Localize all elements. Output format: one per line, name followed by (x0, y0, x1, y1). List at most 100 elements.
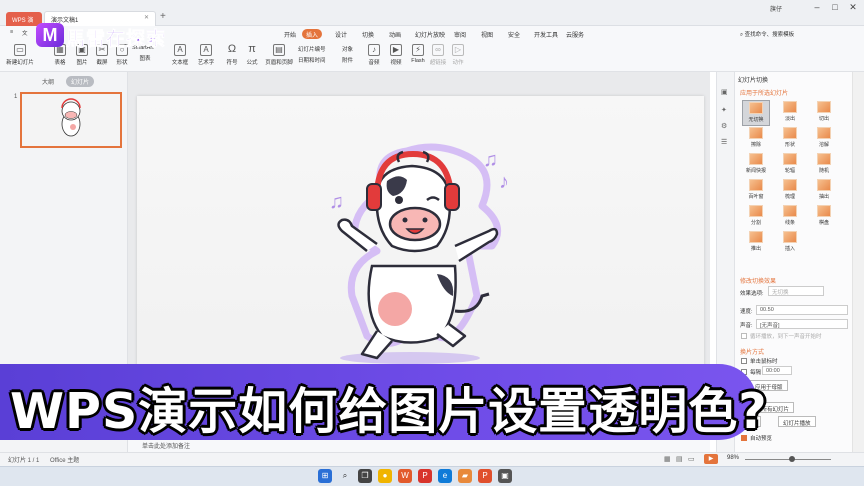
presentation-app-icon[interactable]: P (478, 469, 492, 483)
close-tab-icon[interactable]: ✕ (144, 14, 149, 21)
speed-label: 速度: (740, 309, 753, 315)
slideshow-button[interactable]: 幻灯片播放 (778, 416, 816, 427)
transition-shape[interactable]: 形状 (776, 126, 804, 152)
action-button[interactable]: ▷ 动作 (444, 44, 472, 66)
transition-pull[interactable]: 抽出 (810, 178, 838, 204)
on-click-label: 单击鼠标时 (750, 359, 778, 365)
new-slide-icon: ▭ (14, 44, 26, 56)
format-icon[interactable]: ☰ (721, 138, 727, 146)
wps-app-icon[interactable]: W (398, 469, 412, 483)
transition-icon[interactable]: ▣ (721, 88, 728, 96)
maximize-icon[interactable]: □ (826, 2, 844, 14)
transition-random[interactable]: 随机 (810, 152, 838, 178)
advance-after-input[interactable]: 00:00 (762, 366, 792, 375)
transition-wipe[interactable]: 擦除 (742, 126, 770, 152)
chart-button[interactable]: 图表 (132, 54, 158, 62)
transition-cut[interactable]: 切出 (810, 100, 838, 126)
start-icon[interactable]: ⊞ (318, 469, 332, 483)
tab-slides[interactable]: 幻灯片 (66, 76, 95, 87)
search-commands[interactable]: ⌕ 查找命令、搜索模板 (740, 30, 794, 39)
ribbon-tab-4[interactable]: 动画 (385, 29, 405, 39)
theme-name[interactable]: Office 主题 (50, 455, 79, 464)
properties-icon[interactable]: ⚙ (721, 122, 727, 130)
header-footer-button[interactable]: ▤ 页眉和页脚 (262, 44, 296, 66)
zoom-level[interactable]: 98% (727, 455, 739, 461)
menu-icon[interactable]: ≡ (10, 29, 13, 35)
ribbon-tab-1[interactable]: 插入 (302, 29, 323, 39)
speed-input[interactable]: 00.50 (756, 305, 848, 315)
slide-number-button[interactable]: 幻灯片编号 (298, 45, 326, 53)
zoom-slider[interactable] (745, 459, 831, 460)
slideshow-play-icon[interactable]: ▶ (704, 454, 718, 464)
minimize-icon[interactable]: – (808, 2, 826, 14)
transition-newsflash[interactable]: 新闻快报 (742, 152, 770, 178)
apply-to-selected-label: 应用于所选幻灯片 (740, 91, 789, 97)
advance-heading: 换片方式 (740, 350, 765, 356)
panel-scrollbar[interactable] (852, 72, 864, 452)
action-icon: ▷ (452, 44, 464, 56)
caption-text: WPS演示如何给图片设置透明色? (10, 383, 768, 440)
transition-checkerboard[interactable]: 棋盘 (810, 204, 838, 230)
wordart-icon: A (200, 44, 212, 56)
ribbon-tab-6[interactable]: 审阅 (450, 29, 470, 39)
task-view-icon[interactable]: ❐ (358, 469, 372, 483)
wordart-button[interactable]: A 艺术字 (192, 44, 220, 66)
formula-icon: π (248, 43, 256, 55)
on-click-checkbox[interactable] (741, 358, 747, 364)
transition-lines[interactable]: 线条 (776, 204, 804, 230)
transition-split[interactable]: 分割 (742, 204, 770, 230)
video-icon: ▶ (390, 44, 402, 56)
user-name[interactable]: 旗仔 (770, 4, 782, 13)
hyperlink-icon: ∞ (432, 44, 444, 56)
animation-icon[interactable]: ✦ (721, 106, 727, 114)
taskbar-app-icon[interactable]: ▣ (498, 469, 512, 483)
normal-view-icon[interactable]: ▦ (664, 455, 671, 463)
close-window-icon[interactable]: ✕ (844, 2, 862, 14)
transition-insert[interactable]: 插入 (776, 230, 804, 256)
sorter-view-icon[interactable]: ▤ (676, 455, 683, 463)
textbox-icon: A (174, 44, 186, 56)
header-footer-icon: ▤ (273, 44, 285, 56)
cow-thumbnail-image (61, 98, 81, 137)
sound-select[interactable]: [无声音] (756, 319, 848, 329)
ribbon-tab-0[interactable]: 开始 (280, 29, 300, 39)
ribbon-tab-10[interactable]: 云服务 (562, 29, 588, 39)
object-button[interactable]: 对象 (342, 45, 353, 53)
loop-sound-checkbox[interactable] (741, 333, 747, 339)
transition-dissolve[interactable]: 溶解 (810, 126, 838, 152)
pdf-app-icon[interactable]: P (418, 469, 432, 483)
tab-outline[interactable]: 大纲 (42, 77, 54, 86)
transition-comb[interactable]: 梳理 (776, 178, 804, 204)
date-time-button[interactable]: 日期和时间 (298, 56, 326, 64)
ribbon-tab-9[interactable]: 开发工具 (530, 29, 562, 39)
search-icon[interactable]: ⌕ (338, 469, 352, 483)
chrome-icon[interactable]: ● (378, 469, 392, 483)
slide-thumbnail[interactable] (20, 92, 122, 148)
edge-icon[interactable]: e (438, 469, 452, 483)
channel-logo: M (36, 23, 64, 47)
transition-blinds[interactable]: 百叶窗 (742, 178, 770, 204)
attachment-button[interactable]: 附件 (342, 56, 353, 64)
ribbon-tab-7[interactable]: 视图 (477, 29, 497, 39)
ribbon-tab-8[interactable]: 安全 (504, 29, 524, 39)
reading-view-icon[interactable]: ▭ (688, 455, 695, 463)
music-note-icon: ♫ (483, 149, 498, 171)
transition-none[interactable]: 无切换 (742, 100, 770, 126)
transition-fade[interactable]: 淡出 (776, 100, 804, 126)
file-menu[interactable]: 文 (22, 29, 28, 37)
slide-number: 1 (14, 94, 18, 100)
loop-sound-label: 循环播放，到下一声音开始时 (750, 334, 822, 340)
transition-wheel[interactable]: 轮辐 (776, 152, 804, 178)
symbol-icon: Ω (227, 43, 237, 55)
folder-icon[interactable]: ▰ (458, 469, 472, 483)
effect-options-select[interactable]: 无切换 (768, 286, 824, 296)
new-slide-button[interactable]: ▭ 新建幻灯片 (6, 44, 34, 66)
ribbon-tab-5[interactable]: 幻灯片放映 (411, 29, 449, 39)
transition-push[interactable]: 推出 (742, 230, 770, 256)
ribbon-tab-2[interactable]: 设计 (331, 29, 351, 39)
textbox-button[interactable]: A 文本框 (166, 44, 194, 66)
advance-after-label: 每隔 (750, 370, 762, 376)
ribbon-tab-3[interactable]: 切换 (358, 29, 378, 39)
music-note-icon: ♫ (329, 191, 344, 213)
new-tab-button[interactable]: + (160, 11, 166, 22)
